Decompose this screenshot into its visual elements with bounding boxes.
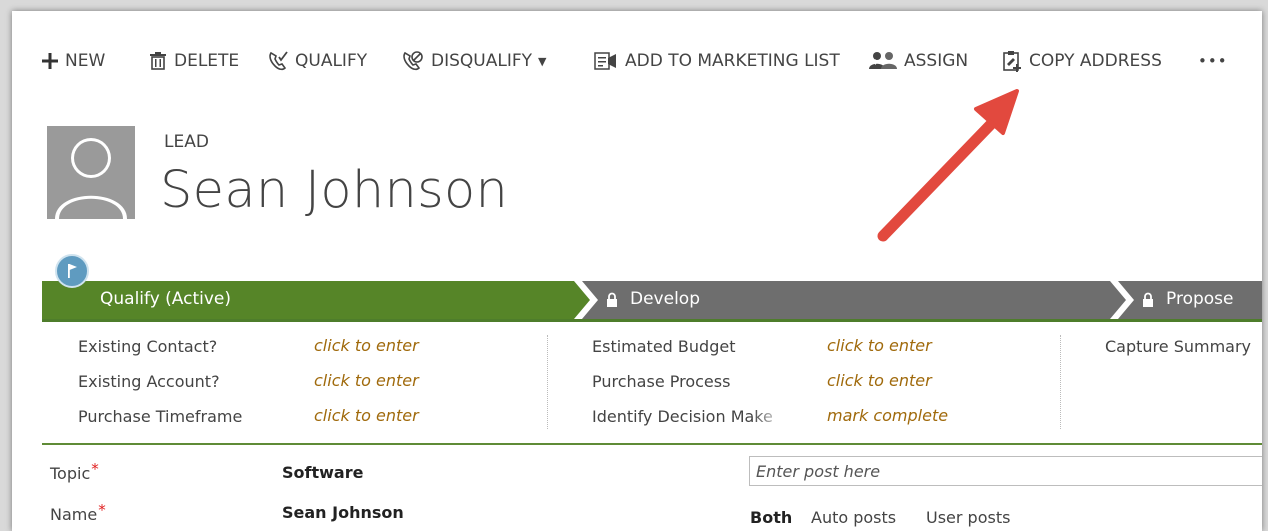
field-value-identify-decision-maker[interactable]: mark complete [827, 406, 948, 425]
more-commands-button[interactable]: ••• [1198, 49, 1228, 73]
stage-propose[interactable]: Propose [1142, 289, 1233, 309]
trash-icon [150, 52, 166, 70]
delete-button[interactable]: DELETE [149, 49, 239, 73]
phone-block-icon [403, 51, 423, 71]
post-input[interactable] [749, 456, 1262, 486]
qualify-button[interactable]: QUALIFY [268, 49, 367, 73]
process-flag-badge[interactable] [55, 254, 89, 288]
ellipsis-icon: ••• [1198, 52, 1228, 70]
assign-label: ASSIGN [904, 51, 969, 71]
field-label-estimated-budget: Estimated Budget [592, 337, 736, 356]
topic-value[interactable]: Software [282, 463, 363, 482]
name-value[interactable]: Sean Johnson [282, 503, 404, 522]
field-value-existing-contact[interactable]: click to enter [314, 336, 419, 355]
avatar[interactable] [47, 126, 135, 219]
stage-qualify-label: Qualify (Active) [100, 289, 232, 309]
field-value-estimated-budget[interactable]: click to enter [827, 336, 932, 355]
filter-auto-posts[interactable]: Auto posts [811, 508, 896, 527]
stage-qualify[interactable]: Qualify (Active) [100, 289, 231, 309]
clipboard-add-icon [1003, 51, 1021, 72]
column-divider [547, 335, 548, 429]
field-label-capture-summary: Capture Summary [1105, 337, 1252, 356]
field-label-existing-contact: Existing Contact? [78, 337, 218, 356]
field-label-purchase-timeframe: Purchase Timeframe [78, 407, 243, 426]
label-fade [752, 405, 786, 427]
person-icon [55, 138, 127, 219]
field-value-purchase-process[interactable]: click to enter [827, 371, 932, 390]
stage-underline [42, 319, 1262, 322]
field-value-purchase-timeframe[interactable]: click to enter [314, 406, 419, 425]
copy-address-label: COPY ADDRESS [1029, 51, 1162, 71]
filter-both[interactable]: Both [750, 508, 792, 527]
users-icon [869, 52, 897, 69]
column-divider [1060, 335, 1061, 429]
plus-icon [42, 53, 58, 69]
page-title: Sean Johnson [160, 161, 509, 220]
annotation-arrow [877, 89, 1019, 242]
app-window: NEW DELETE QUALIFY DISQUALIFY ▼ ADD TO M… [12, 11, 1262, 531]
filter-user-posts[interactable]: User posts [926, 508, 1010, 527]
name-label-text: Name [50, 505, 98, 524]
entity-type-label: LEAD [164, 132, 209, 152]
stage-propose-label: Propose [1166, 289, 1234, 309]
name-label: Name* [50, 501, 106, 524]
add-to-marketing-list-button[interactable]: ADD TO MARKETING LIST [594, 49, 840, 73]
new-button[interactable]: NEW [42, 49, 105, 73]
qualify-label: QUALIFY [295, 51, 368, 71]
phone-check-icon [269, 51, 288, 71]
topic-label-text: Topic [50, 464, 91, 483]
stage-develop[interactable]: Develop [606, 289, 700, 309]
add-to-marketing-list-label: ADD TO MARKETING LIST [625, 51, 840, 71]
field-label-purchase-process: Purchase Process [592, 372, 731, 391]
marketing-list-icon [594, 52, 616, 70]
lock-icon [607, 292, 617, 307]
flag-icon [68, 264, 77, 278]
delete-label: DELETE [174, 51, 240, 71]
field-value-existing-account[interactable]: click to enter [314, 371, 419, 390]
required-indicator: * [91, 460, 99, 478]
disqualify-label: DISQUALIFY [431, 51, 532, 71]
command-bar: NEW DELETE QUALIFY DISQUALIFY ▼ ADD TO M… [12, 45, 1262, 75]
disqualify-button[interactable]: DISQUALIFY ▼ [402, 49, 546, 73]
field-label-existing-account: Existing Account? [78, 372, 220, 391]
copy-address-button[interactable]: COPY ADDRESS [1002, 49, 1162, 73]
lock-icon [1143, 292, 1153, 307]
assign-button[interactable]: ASSIGN [869, 49, 968, 73]
required-indicator: * [98, 501, 106, 519]
field-label-identify-decision-maker-text: Identify Decision Make [592, 407, 773, 426]
new-label: NEW [65, 51, 106, 71]
fields-divider [42, 443, 1262, 445]
stage-develop-label: Develop [630, 289, 700, 309]
topic-label: Topic* [50, 460, 99, 483]
chevron-down-icon: ▼ [538, 54, 547, 68]
